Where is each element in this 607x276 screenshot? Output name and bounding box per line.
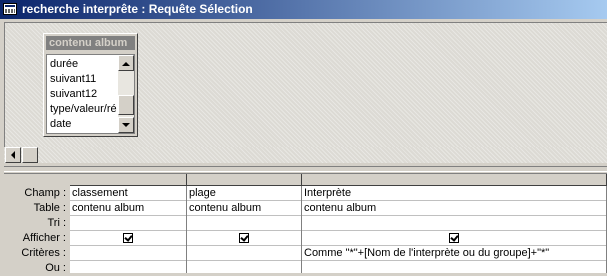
checkbox-checked-icon[interactable]: [123, 233, 133, 243]
query-window-icon[interactable]: [3, 3, 17, 15]
table-cell[interactable]: contenu album: [72, 201, 144, 216]
row-label-tri: Tri :: [47, 217, 66, 229]
field-list-body[interactable]: durée suivant11 suivant12 type/valeur/ré…: [46, 54, 135, 134]
field-item[interactable]: suivant12: [50, 87, 118, 102]
scroll-up-arrow-icon: [122, 58, 130, 66]
row-label-ou: Ou :: [45, 262, 66, 274]
field-item[interactable]: suivant11: [50, 72, 118, 87]
window-title: recherche interprête : Requête Sélection: [22, 2, 253, 16]
horizontal-scroll-thumb[interactable]: [22, 147, 38, 163]
field-item[interactable]: type/valeur/ré: [50, 102, 118, 117]
grid-column-interprete[interactable]: Interprète contenu album Comme "*"+[Nom …: [302, 186, 607, 273]
field-list-title[interactable]: contenu album: [46, 36, 135, 50]
field-item[interactable]: date: [50, 117, 118, 132]
field-item[interactable]: durée: [50, 57, 118, 72]
row-label-table: Table :: [33, 202, 66, 214]
champ-cell[interactable]: Interprète: [304, 186, 351, 201]
scroll-thumb[interactable]: [118, 95, 134, 115]
table-cell[interactable]: contenu album: [189, 201, 261, 216]
column-selector[interactable]: [302, 174, 607, 186]
row-label-criteres: Critères :: [21, 247, 66, 259]
checkbox-checked-icon[interactable]: [239, 233, 249, 243]
pane-splitter[interactable]: [4, 166, 607, 172]
scroll-left-button[interactable]: [5, 147, 21, 163]
checkbox-checked-icon[interactable]: [449, 233, 459, 243]
scroll-left-arrow-icon: [7, 151, 15, 159]
table-cell[interactable]: contenu album: [304, 201, 376, 216]
title-bar[interactable]: recherche interprête : Requête Sélection: [0, 0, 607, 19]
row-label-afficher: Afficher :: [22, 232, 66, 244]
champ-cell[interactable]: classement: [72, 186, 128, 201]
table-pane-horizontal-scrollbar[interactable]: [4, 147, 607, 163]
column-selector[interactable]: [187, 174, 302, 186]
grid-column-plage[interactable]: plage contenu album: [187, 186, 302, 273]
table-pane[interactable]: contenu album durée suivant11 suivant12 …: [4, 22, 607, 148]
column-selector[interactable]: [70, 174, 187, 186]
field-list-scrollbar[interactable]: [118, 55, 134, 133]
query-design-grid[interactable]: Champ : Table : Tri : Afficher : Critère…: [4, 173, 607, 274]
scroll-down-arrow-icon: [122, 123, 130, 131]
row-label-champ: Champ :: [24, 187, 66, 199]
grid-column-classement[interactable]: classement contenu album: [70, 186, 187, 273]
row-labels: Champ : Table : Tri : Afficher : Critère…: [4, 174, 70, 274]
criteres-cell[interactable]: Comme "*"+[Nom de l'interprète ou du gro…: [304, 246, 549, 261]
field-list-contenu-album[interactable]: contenu album durée suivant11 suivant12 …: [43, 33, 138, 137]
champ-cell[interactable]: plage: [189, 186, 216, 201]
scroll-up-button[interactable]: [118, 55, 134, 71]
scroll-down-button[interactable]: [118, 117, 134, 133]
